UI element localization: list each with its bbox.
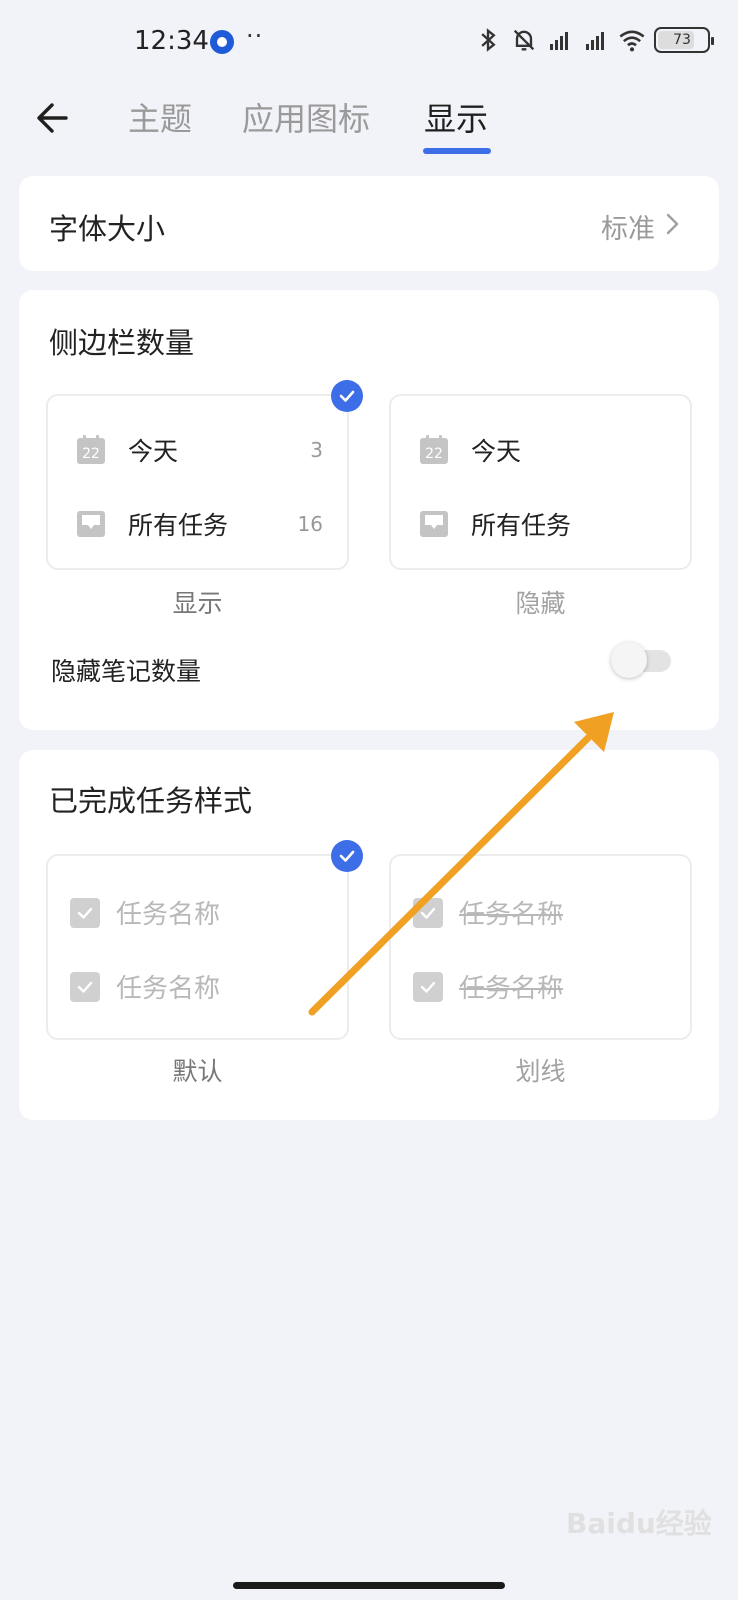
all-tasks-count: 16 <box>297 512 323 536</box>
sidebar-option-show[interactable]: 22 今天 3 所有任务 16 <box>46 394 349 570</box>
list-item: 22 今天 <box>76 432 178 468</box>
wifi-icon <box>619 30 645 52</box>
list-item: 所有任务 <box>76 506 228 542</box>
status-time: 12:34 <box>134 26 209 56</box>
calendar-icon: 22 <box>420 435 448 464</box>
completed-option-default-caption: 默认 <box>172 1057 223 1086</box>
checkbox-checked-icon <box>70 897 100 928</box>
list-item: 任务名称 <box>70 968 220 1005</box>
checkbox-checked-icon <box>413 897 443 928</box>
completed-style-section: 已完成任务样式 任务名称 任务名称 默认 任务名称 任务名称 划线 <box>19 750 719 1120</box>
sidebar-count-section: 侧边栏数量 22 今天 3 所有任务 16 显示 22 今天 所有任务 隐藏 隐… <box>19 290 719 730</box>
tab-app-icon[interactable]: 应用图标 <box>242 94 370 140</box>
bluetooth-icon <box>481 28 496 52</box>
bell-off-icon <box>513 29 535 51</box>
sidebar-option-hide[interactable]: 22 今天 所有任务 <box>389 394 692 570</box>
status-icons: 73 <box>474 26 714 54</box>
home-indicator[interactable] <box>233 1582 505 1589</box>
today-label: 今天 <box>128 437 179 466</box>
list-item: 任务名称 <box>413 968 563 1005</box>
watermark-logo: Baidu经验 <box>566 1507 712 1540</box>
inbox-icon <box>77 511 105 537</box>
sidebar-option-show-caption: 显示 <box>172 589 223 618</box>
completed-option-strikethrough-caption: 划线 <box>515 1057 566 1086</box>
tab-theme[interactable]: 主题 <box>128 94 192 140</box>
list-item: 所有任务 <box>419 506 571 542</box>
sidebar-option-hide-caption: 隐藏 <box>515 589 566 618</box>
chevron-right-icon <box>666 213 679 235</box>
more-notifications-icon: ·· <box>246 22 264 50</box>
calendar-icon-text: 22 <box>82 446 100 462</box>
hide-notes-count-toggle[interactable] <box>611 642 671 678</box>
all-tasks-label: 所有任务 <box>128 511 229 540</box>
task-name: 任务名称 <box>116 900 221 930</box>
completed-style-title: 已完成任务样式 <box>49 784 253 818</box>
toggle-knob <box>611 642 647 678</box>
font-size-value: 标准 <box>601 214 655 245</box>
all-tasks-label: 所有任务 <box>471 511 572 540</box>
header: 主题 应用图标 显示 <box>0 84 738 170</box>
completed-option-strikethrough[interactable]: 任务名称 任务名称 <box>389 854 692 1040</box>
list-item: 任务名称 <box>413 894 563 931</box>
tab-display[interactable]: 显示 <box>424 94 488 140</box>
battery-level: 73 <box>673 32 691 48</box>
font-size-label: 字体大小 <box>49 212 166 246</box>
calendar-icon: 22 <box>77 435 105 464</box>
signal-hd-icon <box>550 32 568 50</box>
status-bar: 12:34 ·· 73 <box>0 0 738 84</box>
calendar-icon-text: 22 <box>425 446 443 462</box>
arrow-left-icon[interactable] <box>30 94 78 142</box>
task-name: 任务名称 <box>116 974 221 1004</box>
sidebar-count-title: 侧边栏数量 <box>49 326 195 360</box>
task-name: 任务名称 <box>459 900 564 930</box>
active-tab-indicator <box>423 148 491 154</box>
today-count: 3 <box>310 438 323 462</box>
selected-check-icon <box>331 840 363 872</box>
checkbox-checked-icon <box>413 971 443 1002</box>
list-item: 任务名称 <box>70 894 220 931</box>
task-name: 任务名称 <box>459 974 564 1004</box>
font-size-row[interactable]: 字体大小 标准 <box>19 176 719 271</box>
today-label: 今天 <box>471 437 522 466</box>
battery-icon: 73 <box>654 27 714 53</box>
inbox-icon <box>420 511 448 537</box>
app-notification-icon <box>210 30 234 54</box>
signal-hd-icon <box>586 32 604 50</box>
hide-notes-count-label: 隐藏笔记数量 <box>51 657 202 686</box>
checkbox-checked-icon <box>70 971 100 1002</box>
completed-option-default[interactable]: 任务名称 任务名称 <box>46 854 349 1040</box>
list-item: 22 今天 <box>419 432 521 468</box>
selected-check-icon <box>331 380 363 412</box>
